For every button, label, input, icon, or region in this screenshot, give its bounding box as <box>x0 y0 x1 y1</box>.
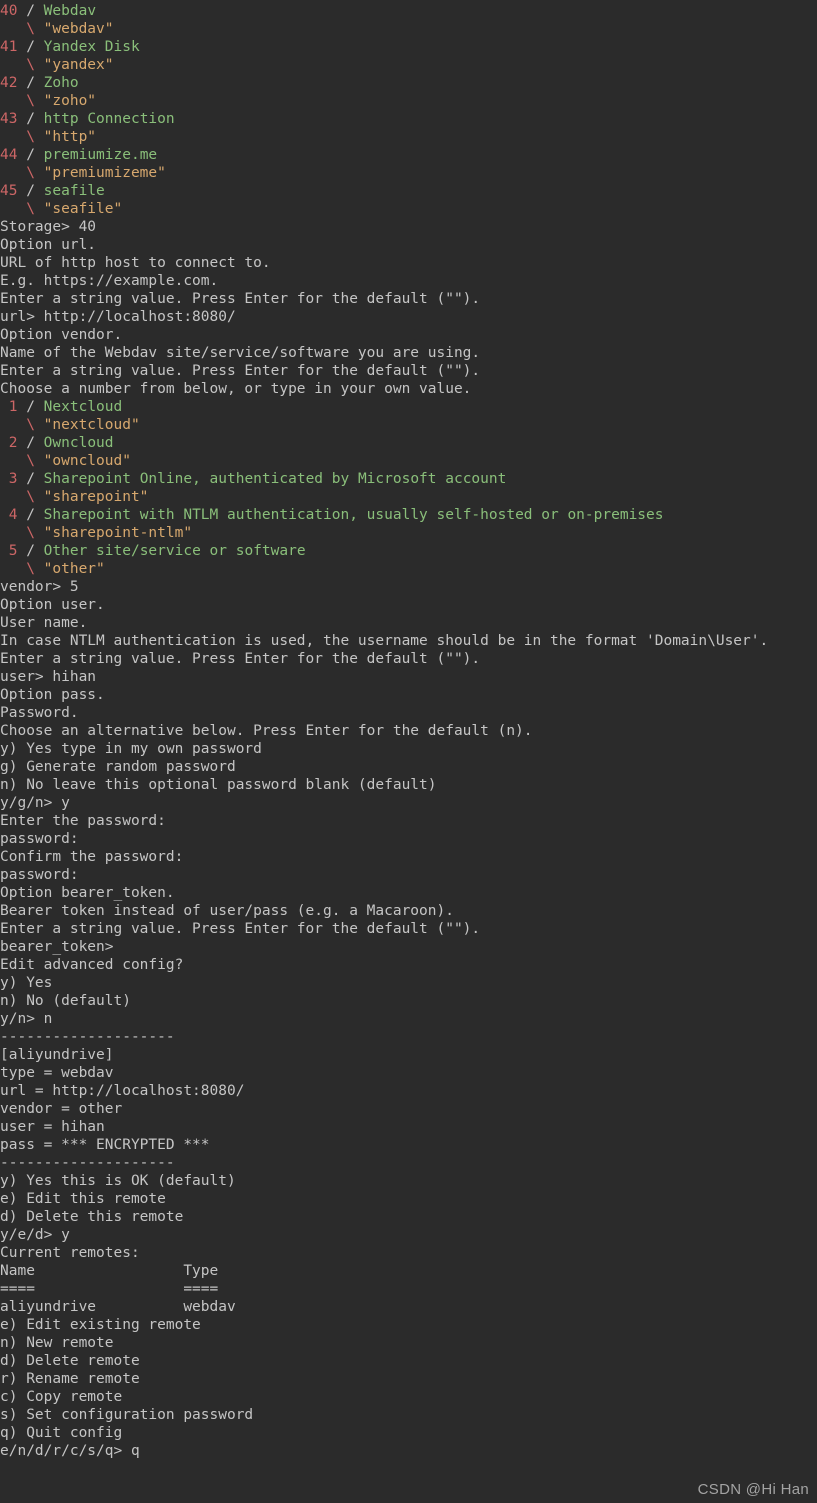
menu-item: n) New remote <box>0 1334 817 1352</box>
password-text: Confirm the password: <box>0 848 817 866</box>
bearer-prompt[interactable]: bearer_token> <box>0 938 817 956</box>
info-text: Option user. <box>0 596 817 614</box>
info-text: URL of http host to connect to. <box>0 254 817 272</box>
password-text: password: <box>0 830 817 848</box>
info-text: Enter a string value. Press Enter for th… <box>0 290 817 308</box>
info-text: Name of the Webdav site/service/software… <box>0 344 817 362</box>
password-text: password: <box>0 866 817 884</box>
info-text: d) Delete this remote <box>0 1208 817 1226</box>
info-text: Option bearer_token. <box>0 884 817 902</box>
info-text: Bearer token instead of user/pass (e.g. … <box>0 902 817 920</box>
info-text: E.g. https://example.com. <box>0 272 817 290</box>
config-header: [aliyundrive] <box>0 1046 817 1064</box>
vendor-option-code: \ "other" <box>0 560 817 578</box>
info-text: Choose an alternative below. Press Enter… <box>0 722 817 740</box>
config-line: user = hihan <box>0 1118 817 1136</box>
user-prompt[interactable]: user> hihan <box>0 668 817 686</box>
watermark: CSDN @Hi Han <box>698 1481 809 1499</box>
info-text: Option url. <box>0 236 817 254</box>
remotes-columns: Name Type <box>0 1262 817 1280</box>
menu-item: e) Edit existing remote <box>0 1316 817 1334</box>
vendor-option: 5 / Other site/service or software <box>0 542 817 560</box>
vendor-option-code: \ "sharepoint-ntlm" <box>0 524 817 542</box>
info-text: e) Edit this remote <box>0 1190 817 1208</box>
info-text: Enter a string value. Press Enter for th… <box>0 650 817 668</box>
vendor-option: 3 / Sharepoint Online, authenticated by … <box>0 470 817 488</box>
advanced-prompt[interactable]: y/n> n <box>0 1010 817 1028</box>
storage-option: 40 / Webdav <box>0 2 817 20</box>
vendor-option: 4 / Sharepoint with NTLM authentication,… <box>0 506 817 524</box>
vendor-option-code: \ "sharepoint" <box>0 488 817 506</box>
vendor-option: 2 / Owncloud <box>0 434 817 452</box>
menu-item: r) Rename remote <box>0 1370 817 1388</box>
terminal-output[interactable]: 40 / Webdav \ "webdav"41 / Yandex Disk \… <box>0 0 817 1466</box>
remotes-header: Current remotes: <box>0 1244 817 1262</box>
storage-option: 42 / Zoho <box>0 74 817 92</box>
storage-option: 41 / Yandex Disk <box>0 38 817 56</box>
info-text: Option pass. <box>0 686 817 704</box>
remotes-sep: ==== ==== <box>0 1280 817 1298</box>
info-text: In case NTLM authentication is used, the… <box>0 632 817 650</box>
menu-prompt[interactable]: e/n/d/r/c/s/q> q <box>0 1442 817 1460</box>
storage-option-code: \ "http" <box>0 128 817 146</box>
storage-option-code: \ "zoho" <box>0 92 817 110</box>
info-text: Enter a string value. Press Enter for th… <box>0 920 817 938</box>
storage-option: 44 / premiumize.me <box>0 146 817 164</box>
separator: -------------------- <box>0 1154 817 1172</box>
menu-item: d) Delete remote <box>0 1352 817 1370</box>
info-text: Option vendor. <box>0 326 817 344</box>
storage-option-code: \ "seafile" <box>0 200 817 218</box>
separator: -------------------- <box>0 1028 817 1046</box>
url-prompt[interactable]: url> http://localhost:8080/ <box>0 308 817 326</box>
vendor-option: 1 / Nextcloud <box>0 398 817 416</box>
storage-option-code: \ "premiumizeme" <box>0 164 817 182</box>
info-text: y) Yes <box>0 974 817 992</box>
info-text: Enter a string value. Press Enter for th… <box>0 362 817 380</box>
storage-option-code: \ "webdav" <box>0 20 817 38</box>
info-text: Edit advanced config? <box>0 956 817 974</box>
info-text: n) No leave this optional password blank… <box>0 776 817 794</box>
info-text: y) Yes type in my own password <box>0 740 817 758</box>
config-line: pass = *** ENCRYPTED *** <box>0 1136 817 1154</box>
vendor-prompt[interactable]: vendor> 5 <box>0 578 817 596</box>
info-text: Choose a number from below, or type in y… <box>0 380 817 398</box>
info-text: y) Yes this is OK (default) <box>0 1172 817 1190</box>
remotes-row: aliyundrive webdav <box>0 1298 817 1316</box>
storage-option: 45 / seafile <box>0 182 817 200</box>
info-text: User name. <box>0 614 817 632</box>
storage-option-code: \ "yandex" <box>0 56 817 74</box>
pass-choice-prompt[interactable]: y/g/n> y <box>0 794 817 812</box>
storage-prompt[interactable]: Storage> 40 <box>0 218 817 236</box>
config-line: type = webdav <box>0 1064 817 1082</box>
vendor-option-code: \ "owncloud" <box>0 452 817 470</box>
confirm-prompt[interactable]: y/e/d> y <box>0 1226 817 1244</box>
info-text: Password. <box>0 704 817 722</box>
info-text: g) Generate random password <box>0 758 817 776</box>
menu-item: c) Copy remote <box>0 1388 817 1406</box>
storage-option: 43 / http Connection <box>0 110 817 128</box>
config-line: vendor = other <box>0 1100 817 1118</box>
config-line: url = http://localhost:8080/ <box>0 1082 817 1100</box>
info-text: n) No (default) <box>0 992 817 1010</box>
menu-item: s) Set configuration password <box>0 1406 817 1424</box>
password-text: Enter the password: <box>0 812 817 830</box>
menu-item: q) Quit config <box>0 1424 817 1442</box>
vendor-option-code: \ "nextcloud" <box>0 416 817 434</box>
